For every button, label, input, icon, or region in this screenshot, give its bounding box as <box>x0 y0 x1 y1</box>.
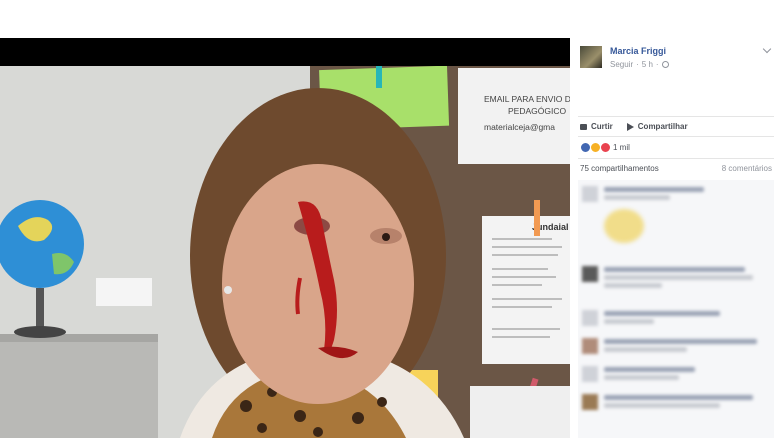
avatar[interactable] <box>580 46 602 68</box>
meta-separator: · <box>655 60 659 69</box>
globe-icon <box>661 61 669 68</box>
email-notice-line2: PEDAGÓGICO <box>508 106 566 116</box>
post-author: Marcia Friggi Seguir · 5 h · <box>580 46 669 69</box>
author-name[interactable]: Marcia Friggi <box>610 46 669 57</box>
photo-top-bar <box>0 38 570 66</box>
post-photo[interactable]: EMAIL PARA ENVIO DE PEDAGÓGICO materialc… <box>0 66 570 438</box>
list-item <box>582 186 770 202</box>
avatar <box>582 394 598 410</box>
divider <box>578 136 774 137</box>
comments-list <box>578 180 774 438</box>
like-button[interactable]: Curtir <box>580 122 613 131</box>
chevron-down-icon[interactable] <box>762 44 772 54</box>
reaction-count: 1 mil <box>613 143 630 152</box>
list-item <box>582 266 770 288</box>
post-time[interactable]: 5 h <box>642 60 653 69</box>
avatar <box>582 266 598 282</box>
reactions-summary[interactable]: 1 mil <box>580 142 630 153</box>
list-item <box>582 394 770 410</box>
share-icon <box>626 122 634 131</box>
shares-count[interactable]: 75 compartilhamentos <box>580 164 659 173</box>
share-button[interactable]: Compartilhar <box>626 122 688 131</box>
divider <box>578 158 774 159</box>
share-label: Compartilhar <box>637 122 688 131</box>
author-meta: Seguir · 5 h · <box>610 60 669 69</box>
list-item <box>582 338 770 354</box>
like-icon <box>580 123 587 130</box>
avatar <box>582 310 598 326</box>
follow-link[interactable]: Seguir <box>610 60 633 69</box>
list-item <box>582 366 770 382</box>
post-sidebar: Marcia Friggi Seguir · 5 h · Curtir Comp… <box>570 38 778 438</box>
meta-separator: · <box>636 60 639 69</box>
avatar <box>582 186 598 202</box>
list-item <box>582 310 770 326</box>
post-stats: 75 compartilhamentos 8 comentários <box>580 164 772 173</box>
avatar <box>582 366 598 382</box>
post-actions: Curtir Compartilhar <box>580 122 688 131</box>
avatar <box>582 338 598 354</box>
like-label: Curtir <box>591 122 613 131</box>
comments-count[interactable]: 8 comentários <box>722 164 772 173</box>
list-item <box>582 208 770 243</box>
photo-viewer: EMAIL PARA ENVIO DE PEDAGÓGICO materialc… <box>0 38 570 438</box>
email-notice-line3: materialceja@gma <box>484 122 555 132</box>
angry-reaction-icon <box>600 142 611 153</box>
divider <box>578 116 774 117</box>
email-notice-line1: EMAIL PARA ENVIO DE <box>484 94 570 104</box>
